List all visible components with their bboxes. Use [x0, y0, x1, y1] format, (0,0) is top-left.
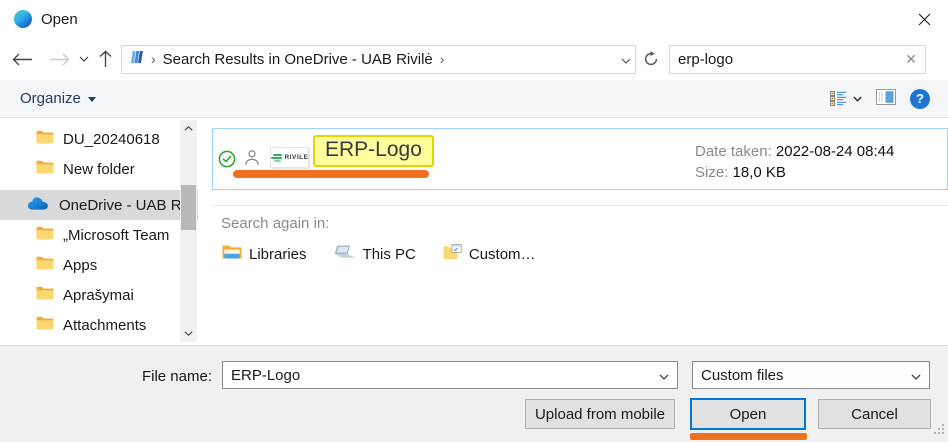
- address-dropdown-chevron-icon[interactable]: [621, 51, 631, 68]
- libraries-icon: [222, 244, 242, 264]
- search-again-libraries[interactable]: Libraries: [222, 244, 307, 264]
- date-taken-label: Date taken:: [695, 143, 772, 160]
- navigation-bar: › Search Results in OneDrive - UAB Rivil…: [0, 38, 948, 80]
- help-icon[interactable]: ?: [910, 89, 930, 109]
- custom-location-icon: [443, 244, 462, 264]
- file-name-input[interactable]: [231, 367, 659, 384]
- folder-icon: [36, 256, 54, 274]
- file-name-dropdown-chevron-icon[interactable]: [659, 367, 669, 384]
- folder-icon: [36, 160, 54, 178]
- sidebar-item-label: Apps: [63, 257, 97, 274]
- file-thumbnail: RIVILE: [270, 147, 309, 168]
- sidebar-item-apps[interactable]: Apps: [0, 250, 198, 280]
- open-button[interactable]: Open: [690, 398, 806, 430]
- folder-icon: [36, 316, 54, 334]
- file-type-combobox[interactable]: Custom files: [692, 361, 930, 389]
- libraries-label: Libraries: [249, 246, 307, 263]
- open-file-dialog: Open › Search Results: [0, 0, 948, 442]
- folder-icon: [36, 226, 54, 244]
- size-value: 18,0 KB: [733, 164, 786, 181]
- breadcrumb-location[interactable]: Search Results in OneDrive - UAB Rivilė: [163, 51, 433, 68]
- size-label: Size:: [695, 164, 728, 181]
- file-type-dropdown-chevron-icon[interactable]: [911, 367, 921, 384]
- organize-label: Organize: [20, 90, 81, 107]
- rivile-logo-text: RIVILE: [285, 154, 309, 161]
- scrollbar-thumb[interactable]: [181, 185, 196, 230]
- sidebar-item-onedrive[interactable]: OneDrive - UAB R: [0, 190, 198, 220]
- file-list-area: RIVILE ERP-Logo Date taken: 2022-08-24 0…: [198, 118, 948, 345]
- sidebar-scrollbar[interactable]: [180, 120, 197, 342]
- close-icon[interactable]: [915, 10, 933, 28]
- dialog-footer: File name: Custom files Upload from mobi…: [0, 345, 948, 442]
- sidebar-item-label: OneDrive - UAB R: [59, 197, 182, 214]
- search-again-options: Libraries This PC: [222, 244, 948, 264]
- date-taken-row: Date taken: 2022-08-24 08:44: [695, 141, 894, 162]
- scroll-down-icon[interactable]: [180, 325, 197, 342]
- search-again-section: Search again in: Libraries: [212, 205, 948, 264]
- sync-check-icon: [218, 150, 236, 172]
- this-pc-label: This PC: [363, 246, 416, 263]
- search-again-label: Search again in:: [221, 215, 948, 232]
- breadcrumb-separator[interactable]: ›: [440, 51, 445, 67]
- resize-grip[interactable]: [934, 422, 945, 439]
- window-title: Open: [41, 11, 78, 28]
- size-row: Size: 18,0 KB: [695, 162, 894, 183]
- folder-icon: [36, 130, 54, 148]
- sidebar-item-attachments[interactable]: Attachments: [0, 310, 198, 340]
- this-pc-icon: [334, 245, 356, 264]
- edge-logo-icon: [14, 10, 32, 28]
- file-item-erp-logo[interactable]: RIVILE ERP-Logo Date taken: 2022-08-24 0…: [212, 128, 948, 190]
- breadcrumb-separator: ›: [151, 51, 156, 67]
- title-bar: Open: [0, 0, 948, 38]
- folder-tree-sidebar: DU_20240618 New folder OneDrive - UAB R …: [0, 118, 198, 345]
- annotation-underline-open: [690, 433, 807, 440]
- sidebar-item-label: Aprašymai: [63, 287, 134, 304]
- view-dropdown-chevron-icon: [853, 96, 862, 102]
- date-taken-value: 2022-08-24 08:44: [776, 143, 894, 160]
- file-type-value: Custom files: [701, 367, 911, 384]
- file-details: Date taken: 2022-08-24 08:44 Size: 18,0 …: [695, 141, 894, 183]
- search-box: ✕: [669, 45, 926, 74]
- custom-label: Custom…: [469, 246, 536, 263]
- change-view-button[interactable]: [830, 91, 862, 106]
- sidebar-item-label: DU_20240618: [63, 131, 160, 148]
- organize-dropdown-icon: [88, 97, 96, 102]
- up-icon[interactable]: [99, 50, 112, 68]
- forward-icon[interactable]: [49, 53, 70, 66]
- toolbar-right-group: ?: [830, 89, 930, 109]
- command-toolbar: Organize ?: [0, 80, 948, 118]
- recent-locations-chevron-icon[interactable]: [79, 56, 89, 62]
- sidebar-item-label: Attachments: [63, 317, 146, 334]
- file-name-label: File name:: [0, 368, 212, 385]
- scroll-up-icon[interactable]: [180, 120, 197, 137]
- search-input[interactable]: [678, 51, 905, 68]
- address-bar[interactable]: › Search Results in OneDrive - UAB Rivil…: [121, 45, 636, 74]
- sidebar-item-new-folder[interactable]: New folder: [0, 154, 198, 184]
- sidebar-item-label: New folder: [63, 161, 135, 178]
- cancel-button[interactable]: Cancel: [818, 399, 931, 429]
- file-name-highlight[interactable]: ERP-Logo: [313, 135, 434, 167]
- clear-search-icon[interactable]: ✕: [905, 51, 917, 68]
- file-name-combobox: [222, 361, 678, 389]
- sidebar-item-label: „Microsoft Team: [63, 227, 169, 244]
- rivile-logo-bars: [271, 154, 282, 162]
- person-icon: [244, 149, 260, 170]
- search-results-folder-icon: [128, 49, 144, 69]
- refresh-icon[interactable]: [638, 45, 664, 74]
- onedrive-cloud-icon: [27, 196, 50, 214]
- annotation-underline: [233, 170, 429, 178]
- search-again-this-pc[interactable]: This PC: [334, 245, 416, 264]
- folder-icon: [36, 286, 54, 304]
- content-area: DU_20240618 New folder OneDrive - UAB R …: [0, 118, 948, 345]
- search-again-custom[interactable]: Custom…: [443, 244, 536, 264]
- sidebar-item-aprasymai[interactable]: Aprašymai: [0, 280, 198, 310]
- back-icon[interactable]: [12, 53, 33, 66]
- preview-pane-icon[interactable]: [876, 89, 896, 109]
- sidebar-item-microsoft-teams[interactable]: „Microsoft Team: [0, 220, 198, 250]
- sidebar-item-du-20240618[interactable]: DU_20240618: [0, 124, 198, 154]
- organize-button[interactable]: Organize: [20, 90, 96, 107]
- upload-from-mobile-button[interactable]: Upload from mobile: [525, 399, 675, 429]
